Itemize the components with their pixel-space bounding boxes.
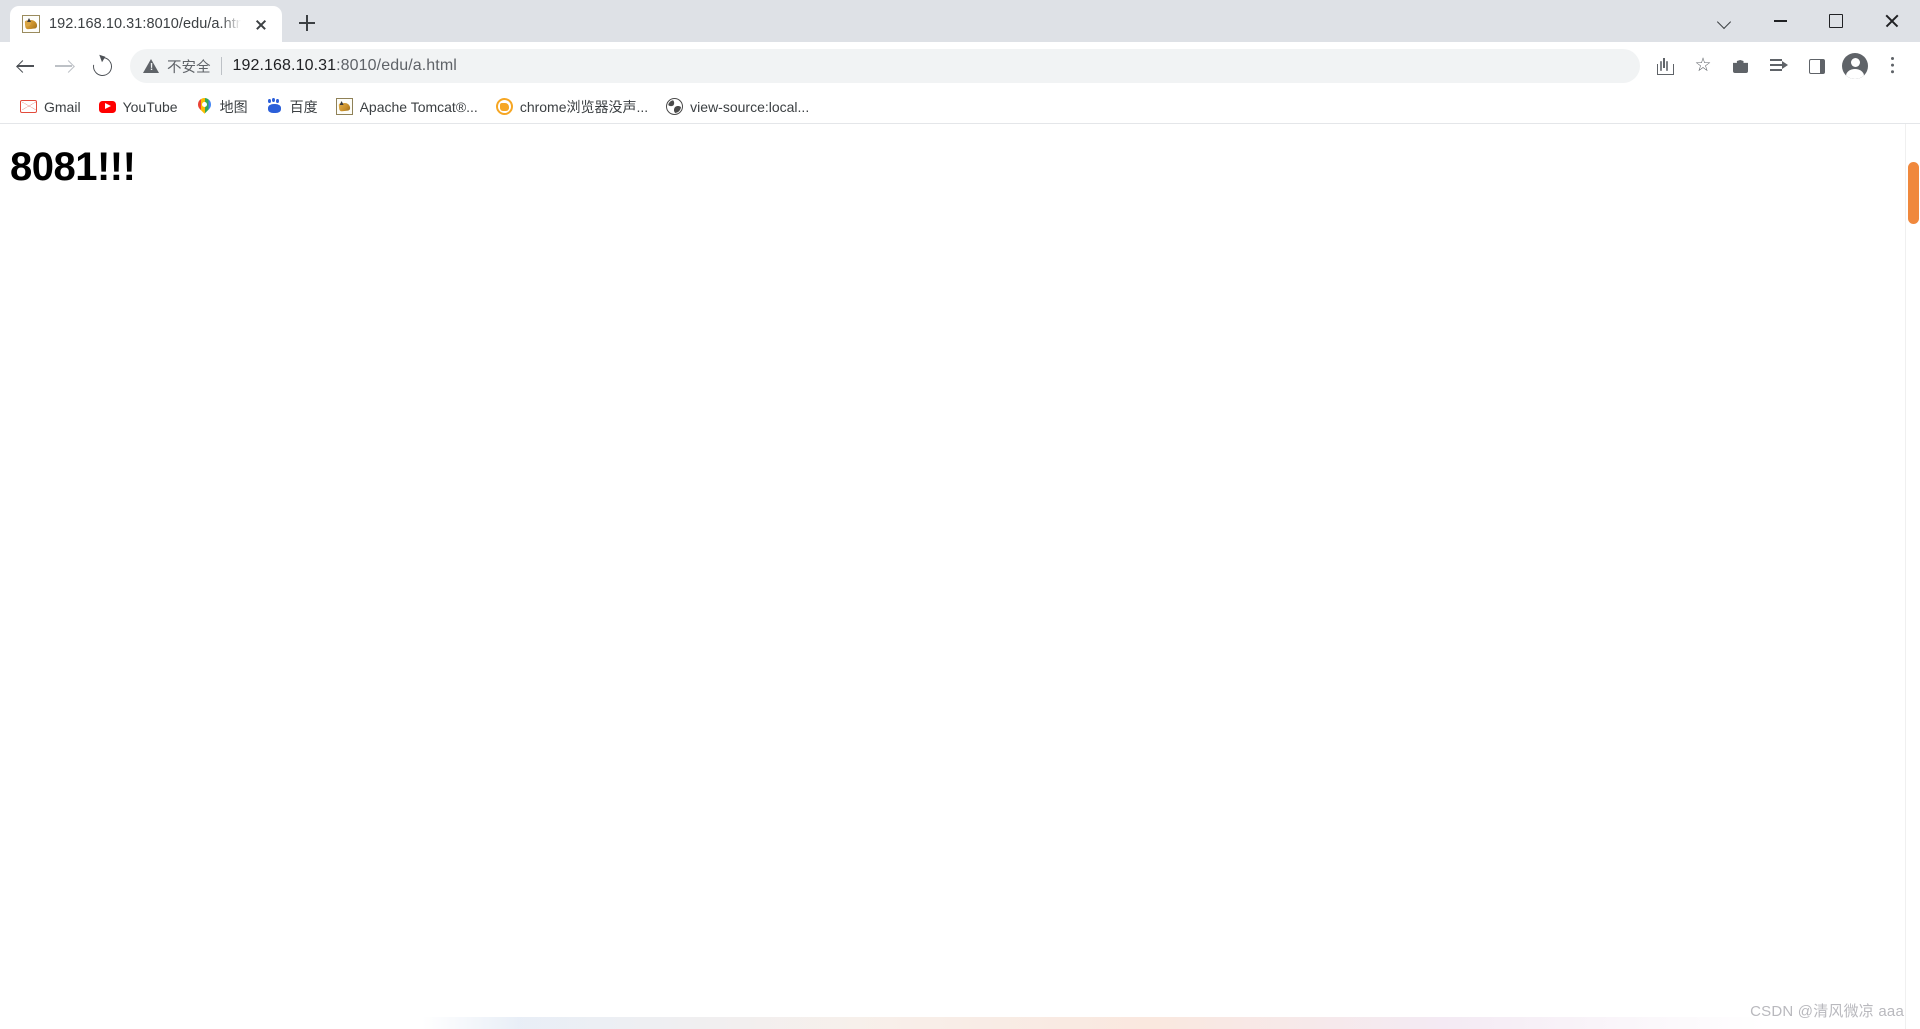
scrollbar-thumb[interactable] bbox=[1908, 162, 1919, 224]
warning-triangle-icon[interactable] bbox=[143, 58, 160, 74]
tomcat-cat-icon bbox=[335, 98, 353, 115]
google-maps-icon bbox=[196, 98, 213, 115]
browser-window: 192.168.10.31:8010/edu/a.htm 不安全 19 bbox=[0, 0, 1920, 1029]
profile-button[interactable] bbox=[1838, 49, 1872, 83]
page-heading: 8081!!! bbox=[10, 145, 136, 189]
bookmark-label: 百度 bbox=[289, 98, 318, 115]
side-panel-button[interactable] bbox=[1800, 49, 1834, 83]
gmail-icon bbox=[20, 98, 37, 115]
tab-search-button[interactable] bbox=[1696, 0, 1752, 42]
close-icon[interactable] bbox=[250, 13, 272, 35]
bookmark-view-source[interactable]: view-source:local... bbox=[658, 94, 817, 120]
reading-list-icon bbox=[1770, 58, 1788, 74]
extensions-button[interactable] bbox=[1724, 49, 1758, 83]
youtube-icon bbox=[98, 98, 116, 115]
url-host: 192.168.10.31 bbox=[232, 57, 337, 74]
chrome-note-icon bbox=[495, 98, 513, 115]
security-status-label: 不安全 bbox=[167, 59, 211, 76]
bookmark-button[interactable]: ☆ bbox=[1686, 49, 1720, 83]
globe-icon bbox=[666, 98, 684, 115]
url-text: 192.168.10.31:8010/edu/a.html bbox=[233, 57, 457, 75]
url-path: :8010/edu/a.html bbox=[336, 57, 457, 74]
window-controls bbox=[1696, 0, 1920, 42]
window-close-icon[interactable] bbox=[1864, 0, 1920, 42]
browser-toolbar: 不安全 192.168.10.31:8010/edu/a.html ☆ bbox=[0, 42, 1920, 90]
chevron-down-icon bbox=[1718, 15, 1731, 28]
bottom-glow-decoration bbox=[0, 1017, 1920, 1029]
tab-title: 192.168.10.31:8010/edu/a.htm bbox=[49, 16, 241, 32]
maximize-icon[interactable] bbox=[1808, 0, 1864, 42]
kebab-menu-icon bbox=[1891, 57, 1895, 75]
tab-strip: 192.168.10.31:8010/edu/a.htm bbox=[0, 0, 1920, 42]
bookmark-apache-tomcat[interactable]: Apache Tomcat®... bbox=[328, 94, 486, 120]
bookmark-gmail[interactable]: Gmail bbox=[12, 94, 89, 120]
vertical-scrollbar[interactable] bbox=[1905, 124, 1920, 1029]
back-button[interactable] bbox=[8, 48, 44, 84]
baidu-icon bbox=[266, 98, 283, 115]
bookmark-label: chrome浏览器没声... bbox=[519, 98, 649, 115]
bookmark-youtube[interactable]: YouTube bbox=[91, 94, 186, 120]
tomcat-cat-icon bbox=[22, 15, 40, 33]
share-icon bbox=[1656, 57, 1674, 75]
bookmark-baidu[interactable]: 百度 bbox=[258, 94, 326, 120]
minimize-icon[interactable] bbox=[1752, 0, 1808, 42]
page-viewport: 8081!!! CSDN @清风微凉 aaa bbox=[0, 124, 1920, 1029]
forward-button[interactable] bbox=[46, 48, 82, 84]
star-icon: ☆ bbox=[1694, 55, 1712, 76]
reload-icon bbox=[88, 52, 116, 80]
side-panel-icon bbox=[1809, 58, 1825, 74]
bookmarks-bar: Gmail YouTube 地图 百度 Apache Tomcat®... ch… bbox=[0, 90, 1920, 124]
bookmark-label: Apache Tomcat®... bbox=[359, 98, 478, 115]
reload-button[interactable] bbox=[84, 48, 120, 84]
chrome-menu-button[interactable] bbox=[1876, 49, 1910, 83]
bookmark-label: YouTube bbox=[122, 98, 178, 115]
new-tab-button[interactable] bbox=[290, 6, 324, 40]
address-bar[interactable]: 不安全 192.168.10.31:8010/edu/a.html bbox=[130, 49, 1640, 83]
arrow-back-icon bbox=[16, 56, 36, 76]
omnibox-divider bbox=[220, 57, 222, 75]
bookmark-label: Gmail bbox=[44, 98, 81, 115]
share-button[interactable] bbox=[1648, 49, 1682, 83]
bookmark-chrome-note[interactable]: chrome浏览器没声... bbox=[488, 94, 656, 120]
puzzle-icon bbox=[1732, 57, 1750, 75]
reading-list-button[interactable] bbox=[1762, 49, 1796, 83]
bookmark-maps[interactable]: 地图 bbox=[188, 94, 256, 120]
arrow-forward-icon bbox=[54, 56, 74, 76]
bookmark-label: 地图 bbox=[219, 98, 248, 115]
watermark: CSDN @清风微凉 aaa bbox=[1750, 1003, 1904, 1020]
avatar-icon bbox=[1842, 53, 1868, 79]
browser-tab[interactable]: 192.168.10.31:8010/edu/a.htm bbox=[10, 6, 282, 42]
bookmark-label: view-source:local... bbox=[690, 98, 810, 115]
